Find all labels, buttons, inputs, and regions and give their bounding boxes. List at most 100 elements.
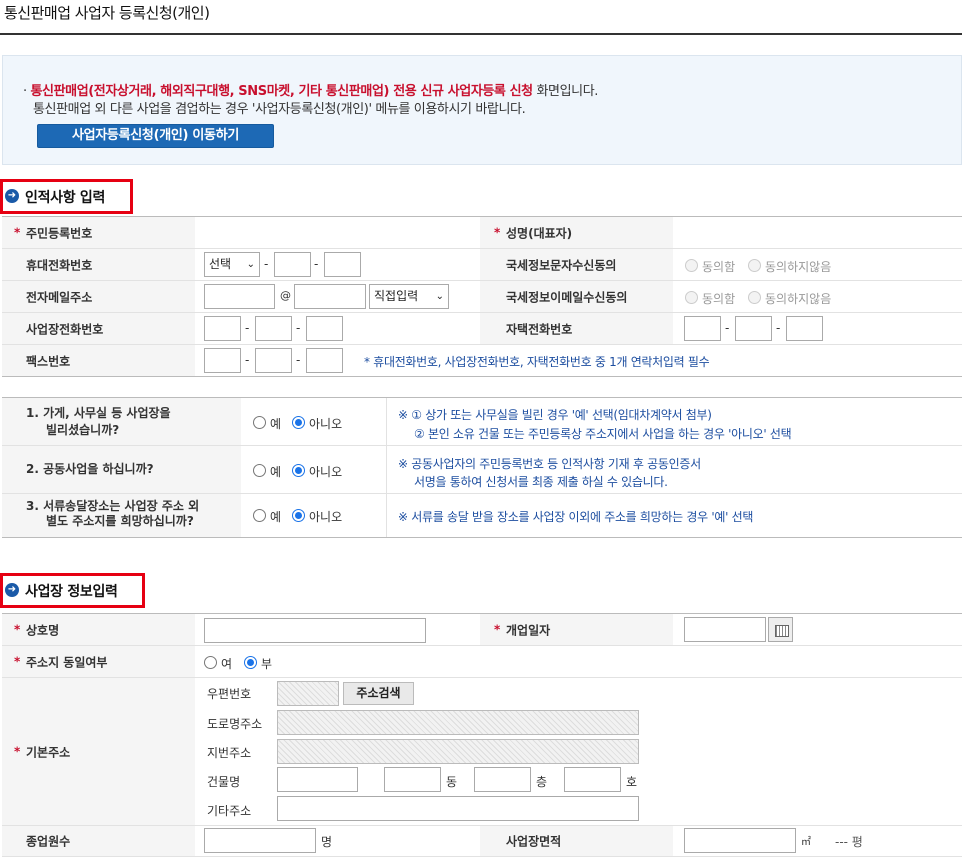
label-trade-name: 상호명 — [2, 614, 195, 645]
label-area: 사업장면적 — [480, 826, 673, 856]
pyeong-value: --- 평 — [835, 835, 863, 849]
home-phone-3-input[interactable] — [786, 316, 823, 341]
question-2-label: 2. 공동사업을 하십니까? — [2, 446, 241, 493]
notice-line-2: 통신판매업 외 다른 사업을 겸업하는 경우 '사업자등록신청(개인)' 메뉴를… — [33, 102, 526, 117]
row-employees: 종업원수 명 사업장면적 ㎡ --- 평 — [2, 826, 962, 857]
title-divider — [0, 33, 962, 35]
q3-yes-radio[interactable] — [253, 509, 266, 522]
section-personal-info-title: 인적사항 입력 — [25, 190, 106, 206]
area-input[interactable] — [684, 828, 796, 853]
tax-email-disagree-radio[interactable] — [748, 291, 761, 304]
row-same-address: 주소지 동일여부 여 부 — [2, 646, 962, 678]
floor-input[interactable] — [474, 767, 531, 792]
biz-phone-2-input[interactable] — [255, 316, 292, 341]
email-domain-select[interactable]: 직접입력 ⌄ — [369, 284, 449, 309]
row-biz-phone: 사업장전화번호 - - 자택전화번호 - - — [2, 313, 962, 345]
page-title: 통신판매업 사업자 등록신청(개인) — [4, 4, 210, 22]
label-tax-email: 국세정보이메일수신동의 — [480, 281, 673, 312]
question-row-3: 3. 서류송달장소는 사업장 주소 외 별도 주소지를 희망하십니까? 예 아니… — [2, 494, 962, 538]
q2-note-2: 서명을 통하여 신청서를 최종 제출 하실 수 있습니다. — [414, 475, 668, 489]
building-label: 건물명 — [207, 775, 241, 789]
q1-note-2: ② 본인 소유 건물 또는 주민등록상 주소지에서 사업을 하는 경우 '아니오… — [414, 427, 792, 441]
mobile-mid-input[interactable] — [274, 252, 311, 277]
label-rrn: 주민등록번호 — [2, 217, 195, 248]
q1-yes-radio[interactable] — [253, 416, 266, 429]
question-row-1: 1. 가게, 사무실 등 사업장을 빌리셨습니까? 예 아니오 ※ ① 상가 또… — [2, 398, 962, 446]
notice-line1-suffix: 화면입니다. — [532, 84, 599, 99]
trade-name-input[interactable] — [204, 618, 426, 643]
road-address-input — [277, 710, 639, 735]
label-name: 성명(대표자) — [480, 217, 673, 248]
lot-address-input — [277, 739, 639, 764]
row-email: 전자메일주소 @ 직접입력 ⌄ 국세정보이메일수신동의 동의함 동의하지않음 — [2, 281, 962, 313]
home-phone-1-input[interactable] — [684, 316, 721, 341]
same-address-no-radio[interactable] — [244, 656, 257, 669]
biz-phone-3-input[interactable] — [306, 316, 343, 341]
zip-label: 우편번호 — [207, 687, 252, 701]
label-fax: 팩스번호 — [2, 345, 195, 376]
email-domain-input[interactable] — [294, 284, 366, 309]
employees-input[interactable] — [204, 828, 316, 853]
label-biz-phone: 사업장전화번호 — [2, 313, 195, 344]
tax-sms-agree-radio[interactable] — [685, 259, 698, 272]
fax-1-input[interactable] — [204, 348, 241, 373]
chevron-down-icon: ⌄ — [246, 259, 255, 270]
label-tax-sms: 국세정보문자수신동의 — [480, 249, 673, 280]
email-local-input[interactable] — [204, 284, 275, 309]
label-email: 전자메일주소 — [2, 281, 195, 312]
notice-highlight: 통신판매업(전자상거래, 해외직구대행, SNS마켓, 기타 통신판매업) 전용… — [30, 84, 533, 99]
section-business-info-header: ➜ 사업장 정보입력 — [0, 573, 145, 608]
q3-no-radio[interactable] — [292, 509, 305, 522]
notice-line-1: · 통신판매업(전자상거래, 해외직구대행, SNS마켓, 기타 통신판매업) … — [23, 80, 598, 99]
arrow-circle-icon: ➜ — [5, 583, 19, 597]
arrow-circle-icon: ➜ — [5, 189, 19, 203]
q1-note-1: ※ ① 상가 또는 사무실을 빌린 경우 '예' 선택(임대차계약서 첨부) — [398, 408, 712, 422]
label-open-date: 개업일자 — [480, 614, 673, 645]
section-business-info-title: 사업장 정보입력 — [25, 584, 118, 600]
label-mobile: 휴대전화번호 — [2, 249, 195, 280]
fax-2-input[interactable] — [255, 348, 292, 373]
chevron-down-icon: ⌄ — [435, 291, 444, 302]
etc-address-label: 기타주소 — [207, 804, 252, 818]
section-personal-info-header: ➜ 인적사항 입력 — [0, 179, 133, 214]
label-base-address: 기본주소 — [2, 678, 195, 825]
address-search-button[interactable]: 주소검색 — [343, 682, 414, 705]
calendar-icon[interactable] — [768, 617, 793, 642]
label-same-address: 주소지 동일여부 — [2, 646, 195, 677]
etc-address-input[interactable] — [277, 796, 639, 821]
mobile-last-input[interactable] — [324, 252, 361, 277]
same-address-yes-radio[interactable] — [204, 656, 217, 669]
biz-phone-1-input[interactable] — [204, 316, 241, 341]
ho-input[interactable] — [564, 767, 621, 792]
q1-no-radio[interactable] — [292, 416, 305, 429]
notice-box: · 통신판매업(전자상거래, 해외직구대행, SNS마켓, 기타 통신판매업) … — [2, 55, 962, 165]
row-trade-name: 상호명 개업일자 — [2, 614, 962, 646]
building-input[interactable] — [277, 767, 358, 792]
q3-note-1: ※ 서류를 송달 받을 장소를 사업장 이외에 주소를 희망하는 경우 '예' … — [398, 510, 754, 524]
label-employees: 종업원수 — [2, 826, 195, 856]
lot-address-label: 지번주소 — [207, 746, 252, 760]
zip-input — [277, 681, 339, 706]
question-row-2: 2. 공동사업을 하십니까? 예 아니오 ※ 공동사업자의 주민등록번호 등 인… — [2, 446, 962, 494]
open-date-input[interactable] — [684, 617, 766, 642]
mobile-prefix-select[interactable]: 선택 ⌄ — [204, 252, 260, 277]
q2-no-radio[interactable] — [292, 464, 305, 477]
tax-email-agree-radio[interactable] — [685, 291, 698, 304]
row-mobile: 휴대전화번호 선택 ⌄ - - 국세정보문자수신동의 동의함 동의하지않음 — [2, 249, 962, 281]
row-fax: 팩스번호 - - * 휴대전화번호, 사업장전화번호, 자택전화번호 중 1개 … — [2, 345, 962, 377]
question-3-label: 3. 서류송달장소는 사업장 주소 외 별도 주소지를 희망하십니까? — [2, 494, 241, 537]
contact-required-note: * 휴대전화번호, 사업장전화번호, 자택전화번호 중 1개 연락처입력 필수 — [364, 355, 710, 369]
notice-bullet: · — [23, 84, 27, 99]
q2-yes-radio[interactable] — [253, 464, 266, 477]
question-1-label: 1. 가게, 사무실 등 사업장을 빌리셨습니까? — [2, 398, 241, 445]
dong-input[interactable] — [384, 767, 441, 792]
home-phone-2-input[interactable] — [735, 316, 772, 341]
road-address-label: 도로명주소 — [207, 717, 263, 731]
row-base-address: 기본주소 우편번호 주소검색 도로명주소 지번주소 건물명 동 층 호 기타주소 — [2, 678, 962, 826]
go-individual-registration-button[interactable]: 사업자등록신청(개인) 이동하기 — [37, 124, 274, 148]
label-home-phone: 자택전화번호 — [480, 313, 673, 344]
fax-3-input[interactable] — [306, 348, 343, 373]
row-rrn-name: 주민등록번호 성명(대표자) — [2, 217, 962, 249]
q2-note-1: ※ 공동사업자의 주민등록번호 등 인적사항 기재 후 공동인증서 — [398, 457, 701, 471]
tax-sms-disagree-radio[interactable] — [748, 259, 761, 272]
